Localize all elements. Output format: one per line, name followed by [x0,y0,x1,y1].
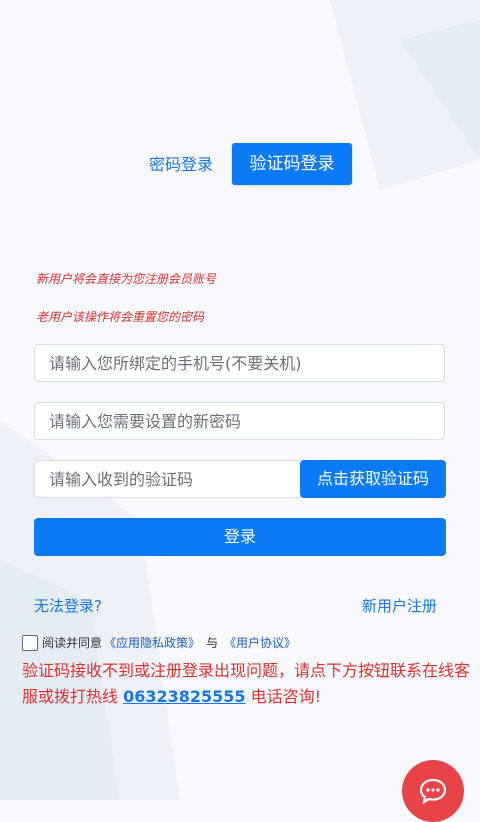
agreement-checkbox[interactable] [22,634,38,651]
password-field [34,402,445,440]
agreement-prefix: 阅读并同意 [42,636,103,650]
agreement-conjunction: 与 [206,636,219,650]
get-code-button[interactable]: 点击获取验证码 [300,460,446,498]
verification-code-input[interactable] [35,461,301,497]
chat-bubble-icon [419,778,447,805]
old-user-notice: 老用户该操作将会重置您的密码 [36,310,205,324]
register-link[interactable]: 新用户注册 [362,595,437,616]
login-button[interactable]: 登录 [34,518,446,556]
phone-field [34,344,445,382]
phone-input[interactable] [35,345,444,381]
new-password-input[interactable] [35,403,444,439]
help-text-end: 电话咨询! [245,687,322,706]
new-user-notice: 新用户将会直接为您注册会员账号 [36,272,217,286]
code-field [34,460,302,498]
privacy-policy-link[interactable]: 《应用隐私政策》 [104,634,200,651]
user-agreement-link[interactable]: 《用户协议》 [224,634,296,651]
customer-service-button[interactable] [402,760,464,822]
help-message: 验证码接收不到或注册登录出现问题，请点下方按钮联系在线客服或拨打热线 06323… [22,658,472,710]
hotline-link[interactable]: 06323825555 [123,687,245,706]
tab-password-login[interactable]: 密码登录 [140,148,222,182]
cannot-login-link[interactable]: 无法登录? [34,595,102,616]
agreement-row: 阅读并同意 《应用隐私政策》 与 《用户协议》 [22,634,298,651]
tab-sms-login[interactable]: 验证码登录 [232,143,352,185]
